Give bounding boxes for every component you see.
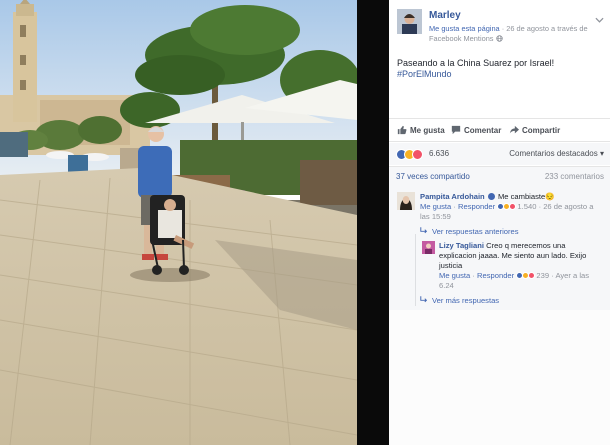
- like-label: Me gusta: [410, 125, 445, 135]
- verified-badge-icon: [487, 193, 495, 200]
- post-date[interactable]: 26 de agosto a través de: [506, 24, 587, 33]
- post-options-icon[interactable]: [595, 10, 604, 28]
- post-details-panel: Marley Me gusta esta página · 26 de agos…: [389, 0, 610, 310]
- reply-like-link[interactable]: Me gusta: [439, 271, 470, 280]
- author-name[interactable]: Marley: [429, 10, 461, 21]
- post-photo[interactable]: [0, 0, 357, 445]
- panel-empty-area: [389, 310, 610, 445]
- reactions-summary[interactable]: 6.636 Comentarios destacados ▾: [389, 143, 610, 165]
- post-meta: Me gusta esta página · 26 de agosto a tr…: [429, 24, 607, 44]
- shares-count[interactable]: 37 veces compartido: [396, 172, 470, 181]
- comment-sort-dropdown[interactable]: Comentarios destacados ▾: [509, 149, 604, 158]
- view-previous-replies[interactable]: Ver respuestas anteriores: [420, 227, 519, 236]
- reaction-count[interactable]: 6.636: [429, 149, 449, 158]
- reply-arrow-icon: [420, 296, 428, 305]
- sad-emoji-icon: 😔: [545, 192, 555, 201]
- post-hashtag[interactable]: #PorElMundo: [397, 69, 452, 79]
- like-button[interactable]: Me gusta: [397, 125, 445, 135]
- sort-caret-icon: ▾: [599, 149, 604, 158]
- reply-author-name[interactable]: Lizy Tagliani: [439, 241, 484, 250]
- post-source[interactable]: Facebook Mentions: [429, 34, 494, 43]
- comment-like-link[interactable]: Me gusta: [420, 202, 451, 211]
- view-more-replies-label: Ver más respuestas: [432, 296, 500, 305]
- commenter-avatar[interactable]: [397, 192, 415, 210]
- author-avatar[interactable]: [397, 9, 422, 34]
- reply-reaction-count[interactable]: 239: [536, 271, 549, 280]
- share-label: Compartir: [522, 125, 561, 135]
- comment-bubble-icon: [451, 125, 461, 135]
- reply-item: Lizy Tagliani Creo q merecemos una expli…: [439, 241, 590, 290]
- comment-item: Pampita Ardohain Me cambiaste😔 Me gusta …: [420, 192, 594, 221]
- reaction-icons: [396, 149, 423, 160]
- comment-button[interactable]: Comentar: [451, 125, 501, 135]
- comment-label: Comentar: [464, 125, 502, 135]
- share-button[interactable]: Compartir: [509, 125, 560, 135]
- love-reaction-icon: [528, 272, 536, 279]
- comment-text: Me cambiaste: [497, 192, 546, 201]
- view-previous-replies-label: Ver respuestas anteriores: [432, 227, 519, 236]
- comments-section: Pampita Ardohain Me cambiaste😔 Me gusta …: [389, 186, 610, 310]
- sort-label: Comentarios destacados: [509, 149, 598, 158]
- globe-icon: [495, 34, 503, 43]
- engagement-stats: 37 veces compartido 233 comentarios: [389, 166, 610, 186]
- post-text: Paseando a la China Suarez por Israel!: [397, 58, 555, 68]
- comment-reply-link[interactable]: Responder: [458, 202, 495, 211]
- reply-reply-link[interactable]: Responder: [477, 271, 514, 280]
- share-arrow-icon: [509, 125, 519, 135]
- reply-avatar[interactable]: [422, 241, 435, 254]
- thumbs-up-icon: [397, 125, 407, 135]
- post-actions-bar: Me gusta Comentar Compartir: [389, 118, 610, 142]
- comments-count: 233 comentarios: [544, 172, 604, 181]
- reply-arrow-icon: [420, 227, 428, 236]
- love-reaction-icon: [509, 203, 517, 210]
- commenter-name[interactable]: Pampita Ardohain: [420, 192, 485, 201]
- photo-viewer-divider: [357, 0, 389, 445]
- comment-reaction-count[interactable]: 1.540: [517, 202, 536, 211]
- view-more-replies[interactable]: Ver más respuestas: [420, 296, 499, 305]
- page-like-link[interactable]: Me gusta esta página: [429, 24, 500, 33]
- reply-thread-line: [415, 234, 416, 306]
- love-reaction-icon: [412, 149, 423, 160]
